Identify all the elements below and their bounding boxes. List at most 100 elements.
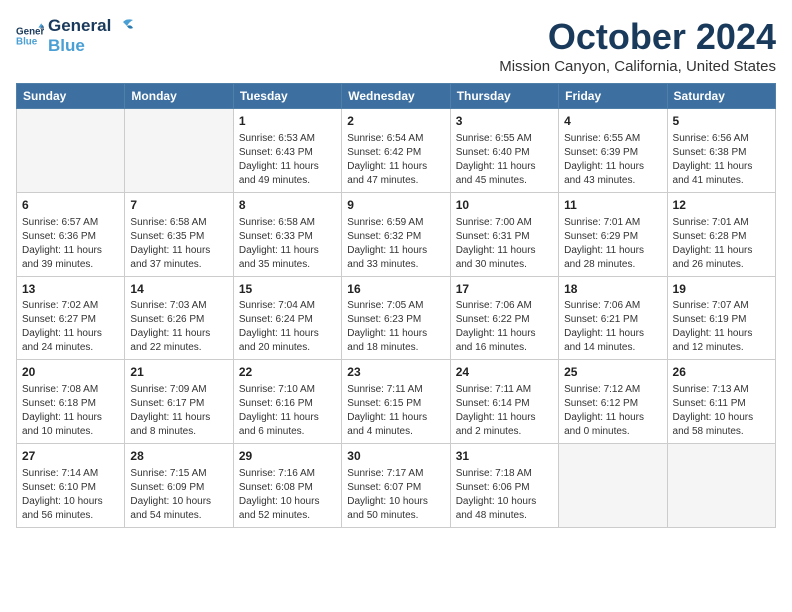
day-number: 25 xyxy=(564,364,661,381)
day-number: 22 xyxy=(239,364,336,381)
day-cell: 29Sunrise: 7:16 AM Sunset: 6:08 PM Dayli… xyxy=(233,444,341,528)
day-info: Sunrise: 6:54 AM Sunset: 6:42 PM Dayligh… xyxy=(347,132,444,188)
week-row-3: 13Sunrise: 7:02 AM Sunset: 6:27 PM Dayli… xyxy=(17,276,776,360)
day-info: Sunrise: 7:18 AM Sunset: 6:06 PM Dayligh… xyxy=(456,467,553,523)
day-info: Sunrise: 6:56 AM Sunset: 6:38 PM Dayligh… xyxy=(673,132,770,188)
weekday-header-monday: Monday xyxy=(125,84,233,109)
day-info: Sunrise: 7:04 AM Sunset: 6:24 PM Dayligh… xyxy=(239,299,336,355)
day-cell: 26 Sunrise: 7:13 AM Sunset: 6:11 PM Dayli… xyxy=(667,360,775,444)
day-cell: 8Sunrise: 6:58 AM Sunset: 6:33 PM Daylig… xyxy=(233,192,341,276)
weekday-header-sunday: Sunday xyxy=(17,84,125,109)
day-cell: 17Sunrise: 7:06 AM Sunset: 6:22 PM Dayli… xyxy=(450,276,558,360)
day-cell: 28 Sunrise: 7:15 AM Sunset: 6:09 PM Dayli… xyxy=(125,444,233,528)
month-title: October 2024 xyxy=(499,16,776,58)
day-cell xyxy=(667,444,775,528)
day-cell: 31 Sunrise: 7:18 AM Sunset: 6:06 PM Dayli… xyxy=(450,444,558,528)
day-number: 16 xyxy=(347,281,444,298)
day-number: 30 xyxy=(347,448,444,465)
day-info: Sunrise: 7:03 AM Sunset: 6:26 PM Dayligh… xyxy=(130,299,227,355)
logo: General Blue General Blue xyxy=(16,16,135,56)
day-info: Sunrise: 7:07 AM Sunset: 6:19 PM Dayligh… xyxy=(673,299,770,355)
day-cell: 11Sunrise: 7:01 AM Sunset: 6:29 PM Dayli… xyxy=(559,192,667,276)
day-cell: 7Sunrise: 6:58 AM Sunset: 6:35 PM Daylig… xyxy=(125,192,233,276)
day-cell: 20 Sunrise: 7:08 AM Sunset: 6:18 PM Dayli… xyxy=(17,360,125,444)
day-info: Sunrise: 7:05 AM Sunset: 6:23 PM Dayligh… xyxy=(347,299,444,355)
day-number: 10 xyxy=(456,197,553,214)
day-number: 1 xyxy=(239,113,336,130)
day-number: 31 xyxy=(456,448,553,465)
day-cell xyxy=(559,444,667,528)
day-cell: 24 Sunrise: 7:11 AM Sunset: 6:14 PM Dayli… xyxy=(450,360,558,444)
day-info: Sunrise: 7:00 AM Sunset: 6:31 PM Dayligh… xyxy=(456,216,553,272)
day-cell xyxy=(125,109,233,193)
day-number: 20 xyxy=(22,364,119,381)
day-number: 28 xyxy=(130,448,227,465)
day-number: 23 xyxy=(347,364,444,381)
day-number: 7 xyxy=(130,197,227,214)
day-number: 5 xyxy=(673,113,770,130)
day-number: 12 xyxy=(673,197,770,214)
day-info: Sunrise: 7:12 AM Sunset: 6:12 PM Dayligh… xyxy=(564,383,661,439)
day-info: Sunrise: 7:15 AM Sunset: 6:09 PM Dayligh… xyxy=(130,467,227,523)
day-cell: 13Sunrise: 7:02 AM Sunset: 6:27 PM Dayli… xyxy=(17,276,125,360)
day-info: Sunrise: 6:57 AM Sunset: 6:36 PM Dayligh… xyxy=(22,216,119,272)
calendar: SundayMondayTuesdayWednesdayThursdayFrid… xyxy=(16,83,776,528)
day-info: Sunrise: 7:13 AM Sunset: 6:11 PM Dayligh… xyxy=(673,383,770,439)
day-info: Sunrise: 6:53 AM Sunset: 6:43 PM Dayligh… xyxy=(239,132,336,188)
day-number: 24 xyxy=(456,364,553,381)
day-number: 3 xyxy=(456,113,553,130)
day-info: Sunrise: 7:11 AM Sunset: 6:15 PM Dayligh… xyxy=(347,383,444,439)
day-number: 4 xyxy=(564,113,661,130)
weekday-header-tuesday: Tuesday xyxy=(233,84,341,109)
day-number: 6 xyxy=(22,197,119,214)
day-info: Sunrise: 7:08 AM Sunset: 6:18 PM Dayligh… xyxy=(22,383,119,439)
day-info: Sunrise: 7:16 AM Sunset: 6:08 PM Dayligh… xyxy=(239,467,336,523)
day-info: Sunrise: 7:17 AM Sunset: 6:07 PM Dayligh… xyxy=(347,467,444,523)
day-number: 18 xyxy=(564,281,661,298)
day-cell: 3 Sunrise: 6:55 AM Sunset: 6:40 PM Daylig… xyxy=(450,109,558,193)
day-info: Sunrise: 6:55 AM Sunset: 6:39 PM Dayligh… xyxy=(564,132,661,188)
weekday-header-wednesday: Wednesday xyxy=(342,84,450,109)
day-info: Sunrise: 7:14 AM Sunset: 6:10 PM Dayligh… xyxy=(22,467,119,523)
day-cell: 22 Sunrise: 7:10 AM Sunset: 6:16 PM Dayli… xyxy=(233,360,341,444)
week-row-1: 1 Sunrise: 6:53 AM Sunset: 6:43 PM Daylig… xyxy=(17,109,776,193)
logo-text-blue: Blue xyxy=(48,36,135,56)
day-cell: 12 Sunrise: 7:01 AM Sunset: 6:28 PM Dayli… xyxy=(667,192,775,276)
day-number: 2 xyxy=(347,113,444,130)
day-info: Sunrise: 7:01 AM Sunset: 6:29 PM Dayligh… xyxy=(564,216,661,272)
day-info: Sunrise: 7:11 AM Sunset: 6:14 PM Dayligh… xyxy=(456,383,553,439)
day-cell: 21 Sunrise: 7:09 AM Sunset: 6:17 PM Dayli… xyxy=(125,360,233,444)
day-cell: 27 Sunrise: 7:14 AM Sunset: 6:10 PM Dayli… xyxy=(17,444,125,528)
logo-bird-icon xyxy=(113,18,135,34)
day-info: Sunrise: 7:01 AM Sunset: 6:28 PM Dayligh… xyxy=(673,216,770,272)
day-number: 9 xyxy=(347,197,444,214)
day-cell: 6 Sunrise: 6:57 AM Sunset: 6:36 PM Daylig… xyxy=(17,192,125,276)
logo-text-general: General xyxy=(48,16,111,36)
day-cell: 23 Sunrise: 7:11 AM Sunset: 6:15 PM Dayli… xyxy=(342,360,450,444)
day-number: 27 xyxy=(22,448,119,465)
location-title: Mission Canyon, California, United State… xyxy=(499,58,776,75)
day-number: 21 xyxy=(130,364,227,381)
logo-icon: General Blue xyxy=(16,22,44,50)
svg-text:Blue: Blue xyxy=(16,36,38,47)
day-cell: 16Sunrise: 7:05 AM Sunset: 6:23 PM Dayli… xyxy=(342,276,450,360)
day-info: Sunrise: 6:55 AM Sunset: 6:40 PM Dayligh… xyxy=(456,132,553,188)
week-row-4: 20 Sunrise: 7:08 AM Sunset: 6:18 PM Dayli… xyxy=(17,360,776,444)
day-number: 15 xyxy=(239,281,336,298)
day-cell: 18Sunrise: 7:06 AM Sunset: 6:21 PM Dayli… xyxy=(559,276,667,360)
day-number: 8 xyxy=(239,197,336,214)
day-cell: 1 Sunrise: 6:53 AM Sunset: 6:43 PM Daylig… xyxy=(233,109,341,193)
day-cell: 9Sunrise: 6:59 AM Sunset: 6:32 PM Daylig… xyxy=(342,192,450,276)
week-row-5: 27 Sunrise: 7:14 AM Sunset: 6:10 PM Dayli… xyxy=(17,444,776,528)
week-row-2: 6 Sunrise: 6:57 AM Sunset: 6:36 PM Daylig… xyxy=(17,192,776,276)
day-info: Sunrise: 7:09 AM Sunset: 6:17 PM Dayligh… xyxy=(130,383,227,439)
weekday-header-row: SundayMondayTuesdayWednesdayThursdayFrid… xyxy=(17,84,776,109)
day-cell: 15Sunrise: 7:04 AM Sunset: 6:24 PM Dayli… xyxy=(233,276,341,360)
day-cell xyxy=(17,109,125,193)
day-info: Sunrise: 7:10 AM Sunset: 6:16 PM Dayligh… xyxy=(239,383,336,439)
day-cell: 4 Sunrise: 6:55 AM Sunset: 6:39 PM Daylig… xyxy=(559,109,667,193)
day-cell: 2 Sunrise: 6:54 AM Sunset: 6:42 PM Daylig… xyxy=(342,109,450,193)
day-number: 26 xyxy=(673,364,770,381)
day-info: Sunrise: 7:06 AM Sunset: 6:21 PM Dayligh… xyxy=(564,299,661,355)
weekday-header-friday: Friday xyxy=(559,84,667,109)
